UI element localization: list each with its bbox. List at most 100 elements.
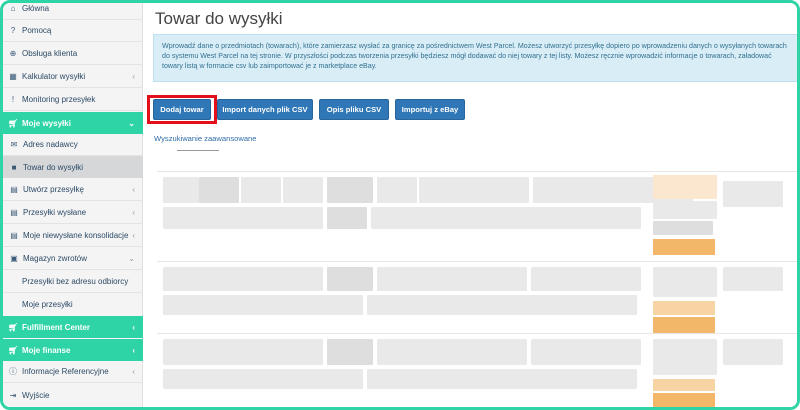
sidebar-item-label: Informacje Referencyjne [22,367,109,376]
sidebar-item-label: Wyjście [22,390,50,400]
csv-description-button[interactable]: Opis pliku CSV [319,99,389,120]
sidebar-item-home[interactable]: ⌂ Główna [3,3,143,20]
sidebar-item-label: Pomocą [22,26,52,35]
sidebar-item-no-recipient[interactable]: Przesyłki bez adresu odbiorcy [3,271,143,293]
sidebar: ⌂ Główna ? Pomocą ⊕ Obsługa klienta ▦ Ka… [3,3,143,407]
table-cell [653,175,717,199]
sidebar-item-label: Towar do wysyłki [23,162,84,172]
status-badge [653,301,715,315]
sidebar-item-label: Moje niewysłane konsolidacje [23,231,129,240]
sidebar-item-goods-to-ship[interactable]: ■ Towar do wysyłki [3,156,143,178]
sidebar-item-customer-service[interactable]: ⊕ Obsługa klienta [3,43,143,65]
cart-icon: 🛒︎ [8,322,19,332]
sidebar-item-calculator[interactable]: ▦ Kalkulator wysyłki ‹ [3,66,143,88]
sidebar-item-help[interactable]: ? Pomocą [3,20,143,42]
table-cell [653,267,717,297]
cart-icon: 🛒︎ [8,118,19,128]
sidebar-item-label: Moje przesyłki [22,299,73,309]
chevron-left-icon: ‹ [132,185,135,194]
import-csv-button[interactable]: Import danych plik CSV [217,99,313,120]
status-badge [653,317,715,333]
table-cell [371,207,641,229]
status-badge [653,239,715,255]
sidebar-item-finances[interactable]: 🛒︎ Moje finanse ‹ [3,339,143,361]
table-cell [531,339,641,365]
box-icon: ■ [11,162,17,172]
table-cell [327,339,373,365]
divider [177,150,219,151]
table-cell [327,207,367,229]
table-cell [723,339,783,365]
import-ebay-button[interactable]: Importuj z eBay [395,99,465,120]
table-cell [723,181,783,207]
sidebar-item-sender-address[interactable]: ✉ Adres nadawcy [3,134,143,156]
table-cell [199,177,239,203]
question-icon: ? [10,26,16,35]
chevron-down-icon: ⌄ [128,118,135,128]
table-row-divider [157,333,797,334]
status-badge [653,379,715,391]
sidebar-item-sent-shipments[interactable]: ▤ Przesyłki wysłane ‹ [3,202,143,224]
table-row-divider [157,261,797,262]
list-icon: ▤ [10,185,18,194]
table-cell [377,267,527,291]
table-cell [163,295,363,315]
alert-icon: ! [11,95,15,104]
table-cell [653,201,717,219]
list-icon: ▤ [10,208,18,217]
sidebar-item-unsent-consolidations[interactable]: ▤ Moje niewysłane konsolidacje ‹ [3,225,143,247]
sidebar-item-label: Monitoring przesyłek [22,95,96,104]
chevron-left-icon: ‹ [132,72,135,81]
chevron-left-icon: ‹ [132,345,135,355]
table-cell [327,267,373,291]
sidebar-item-monitoring[interactable]: ! Monitoring przesyłek [3,89,143,111]
info-text: Wprowadź dane o przedmiotach (towarach),… [162,42,787,70]
info-icon: ⓘ [9,367,17,376]
sidebar-item-label: Przesyłki bez adresu odbiorcy [22,277,129,286]
envelope-icon: ✉ [10,140,18,149]
archive-icon: ▣ [10,254,18,263]
chevron-left-icon: ‹ [132,322,135,332]
table-cell [163,207,323,229]
main-content: Towar do wysyłki Wprowadź dane o przedmi… [143,3,797,407]
sidebar-item-my-shipments[interactable]: 🛒︎ Moje wysyłki ⌄ [3,112,143,134]
sidebar-item-label: Kalkulator wysyłki [22,72,86,81]
sidebar-item-label: Fulfillment Center [22,322,91,332]
sidebar-item-fulfillment[interactable]: 🛒︎ Fulfillment Center ‹ [3,316,143,338]
table-cell [653,339,717,375]
table-cell [241,177,281,203]
add-goods-button[interactable]: Dodaj towar [153,99,211,120]
table-cell [367,295,637,315]
info-alert: Wprowadź dane o przedmiotach (towarach),… [153,34,797,82]
status-badge [653,393,715,407]
table-cell [283,177,323,203]
sidebar-item-returns-warehouse[interactable]: ▣ Magazyn zwrotów ⌄ [3,248,143,270]
sidebar-item-create-shipment[interactable]: ▤ Utwórz przesyłkę ‹ [3,179,143,201]
table-cell [419,177,529,203]
sidebar-item-logout[interactable]: ⇥ Wyjście [3,384,143,406]
sidebar-item-label: Przesyłki wysłane [23,208,87,217]
sidebar-item-label: Utwórz przesyłkę [23,185,84,194]
table-cell [653,221,713,235]
home-icon: ⌂ [10,4,16,13]
table-row [163,267,323,291]
table-cell [367,369,637,389]
table-row-divider [157,171,797,172]
goods-table-redacted [157,171,797,407]
chevron-left-icon: ‹ [132,367,135,376]
advanced-search-link[interactable]: Wyszukiwanie zaawansowane [154,134,257,143]
calculator-icon: ▦ [9,72,17,81]
app-window: ⌂ Główna ? Pomocą ⊕ Obsługa klienta ▦ Ka… [0,0,800,410]
chevron-down-icon: ⌄ [128,254,135,263]
sidebar-item-label: Obsługa klienta [22,49,78,58]
chevron-left-icon: ‹ [132,231,135,240]
exit-icon: ⇥ [9,390,17,400]
table-cell [163,369,363,389]
list-icon: ▤ [10,231,18,240]
table-cell [723,267,783,291]
sidebar-item-label: Magazyn zwrotów [23,254,88,263]
sidebar-item-label: Moje finanse [22,345,71,355]
sidebar-item-reference-info[interactable]: ⓘ Informacje Referencyjne ‹ [3,361,143,383]
sidebar-item-label: Główna [22,4,50,13]
sidebar-item-my-parcels[interactable]: Moje przesyłki [3,293,143,315]
